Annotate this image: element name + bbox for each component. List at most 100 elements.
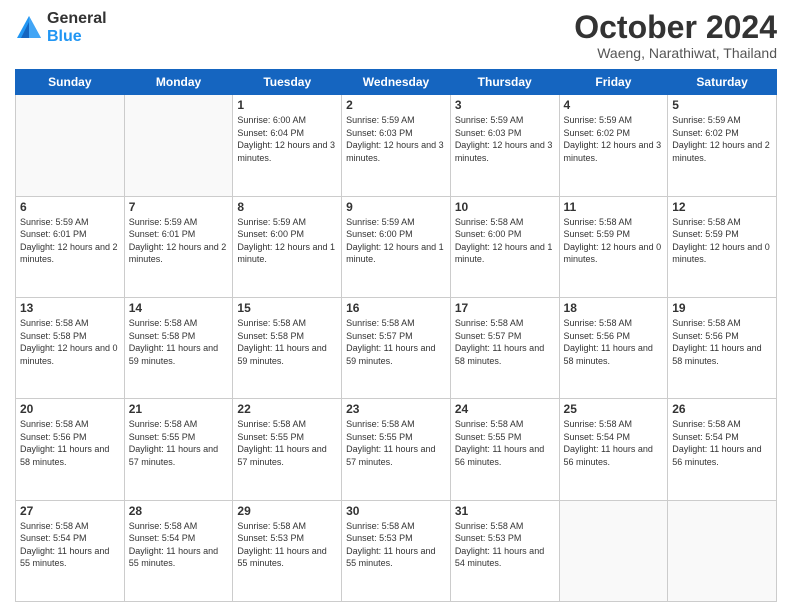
calendar-cell: 21 Sunrise: 5:58 AM Sunset: 5:55 PM Dayli… xyxy=(124,399,233,500)
day-info: Sunrise: 5:58 AM Sunset: 5:54 PM Dayligh… xyxy=(564,418,664,468)
day-info: Sunrise: 5:59 AM Sunset: 6:00 PM Dayligh… xyxy=(237,216,337,266)
calendar-table: Sunday Monday Tuesday Wednesday Thursday… xyxy=(15,69,777,602)
col-sunday: Sunday xyxy=(16,70,125,95)
day-number: 23 xyxy=(346,402,446,416)
day-number: 2 xyxy=(346,98,446,112)
logo-icon xyxy=(15,14,43,42)
day-number: 30 xyxy=(346,504,446,518)
logo-text: General Blue xyxy=(47,10,107,45)
day-number: 24 xyxy=(455,402,555,416)
day-info: Sunrise: 5:58 AM Sunset: 5:59 PM Dayligh… xyxy=(564,216,664,266)
calendar-cell: 20 Sunrise: 5:58 AM Sunset: 5:56 PM Dayli… xyxy=(16,399,125,500)
day-number: 7 xyxy=(129,200,229,214)
calendar-week-4: 20 Sunrise: 5:58 AM Sunset: 5:56 PM Dayli… xyxy=(16,399,777,500)
day-number: 26 xyxy=(672,402,772,416)
day-info: Sunrise: 5:58 AM Sunset: 5:58 PM Dayligh… xyxy=(129,317,229,367)
calendar-body: 1 Sunrise: 6:00 AM Sunset: 6:04 PM Daylig… xyxy=(16,95,777,602)
calendar-cell: 14Sunrise: 5:58 AM Sunset: 5:58 PM Dayli… xyxy=(124,297,233,398)
day-info: Sunrise: 5:58 AM Sunset: 5:57 PM Dayligh… xyxy=(346,317,446,367)
day-info: Sunrise: 5:58 AM Sunset: 5:56 PM Dayligh… xyxy=(672,317,772,367)
day-number: 1 xyxy=(237,98,337,112)
day-info: Sunrise: 5:58 AM Sunset: 5:53 PM Dayligh… xyxy=(346,520,446,570)
logo: General Blue xyxy=(15,10,107,45)
day-info: Sunrise: 5:58 AM Sunset: 5:54 PM Dayligh… xyxy=(20,520,120,570)
day-info: Sunrise: 5:59 AM Sunset: 6:00 PM Dayligh… xyxy=(346,216,446,266)
calendar-cell: 16 Sunrise: 5:58 AM Sunset: 5:57 PM Dayli… xyxy=(342,297,451,398)
calendar-cell xyxy=(559,500,668,601)
calendar-cell: 2 Sunrise: 5:59 AM Sunset: 6:03 PM Daylig… xyxy=(342,95,451,196)
calendar-week-2: 6 Sunrise: 5:59 AM Sunset: 6:01 PM Daylig… xyxy=(16,196,777,297)
col-monday: Monday xyxy=(124,70,233,95)
day-info: Sunrise: 5:58 AM Sunset: 6:00 PM Dayligh… xyxy=(455,216,555,266)
day-number: 21 xyxy=(129,402,229,416)
calendar-cell: 6 Sunrise: 5:59 AM Sunset: 6:01 PM Daylig… xyxy=(16,196,125,297)
day-info: Sunrise: 5:58 AM Sunset: 5:58 PM Dayligh… xyxy=(20,317,120,367)
calendar-cell: 30 Sunrise: 5:58 AM Sunset: 5:53 PM Dayli… xyxy=(342,500,451,601)
day-number: 13 xyxy=(20,301,120,315)
day-info: Sunrise: 5:59 AM Sunset: 6:03 PM Dayligh… xyxy=(346,114,446,164)
day-number: 15 xyxy=(237,301,337,315)
day-number: 3 xyxy=(455,98,555,112)
day-number: 17 xyxy=(455,301,555,315)
calendar-week-3: 13 Sunrise: 5:58 AM Sunset: 5:58 PM Dayli… xyxy=(16,297,777,398)
calendar-cell: 25 Sunrise: 5:58 AM Sunset: 5:54 PM Dayli… xyxy=(559,399,668,500)
calendar-cell: 3 Sunrise: 5:59 AM Sunset: 6:03 PM Daylig… xyxy=(450,95,559,196)
day-info: Sunrise: 5:58 AM Sunset: 5:56 PM Dayligh… xyxy=(20,418,120,468)
day-info: Sunrise: 5:59 AM Sunset: 6:01 PM Dayligh… xyxy=(20,216,120,266)
logo-general: General xyxy=(47,10,107,28)
col-friday: Friday xyxy=(559,70,668,95)
calendar-cell: 26Sunrise: 5:58 AM Sunset: 5:54 PM Dayli… xyxy=(668,399,777,500)
month-title: October 2024 xyxy=(574,10,777,45)
day-number: 31 xyxy=(455,504,555,518)
calendar-cell: 18Sunrise: 5:58 AM Sunset: 5:56 PM Dayli… xyxy=(559,297,668,398)
day-info: Sunrise: 5:58 AM Sunset: 5:58 PM Dayligh… xyxy=(237,317,337,367)
day-number: 28 xyxy=(129,504,229,518)
day-info: Sunrise: 5:58 AM Sunset: 5:59 PM Dayligh… xyxy=(672,216,772,266)
calendar-cell: 24 Sunrise: 5:58 AM Sunset: 5:55 PM Dayli… xyxy=(450,399,559,500)
calendar-cell xyxy=(16,95,125,196)
calendar-cell: 13 Sunrise: 5:58 AM Sunset: 5:58 PM Dayli… xyxy=(16,297,125,398)
calendar-week-5: 27 Sunrise: 5:58 AM Sunset: 5:54 PM Dayli… xyxy=(16,500,777,601)
calendar-cell: 28Sunrise: 5:58 AM Sunset: 5:54 PM Dayli… xyxy=(124,500,233,601)
day-info: Sunrise: 5:59 AM Sunset: 6:01 PM Dayligh… xyxy=(129,216,229,266)
day-info: Sunrise: 5:58 AM Sunset: 5:55 PM Dayligh… xyxy=(455,418,555,468)
day-number: 27 xyxy=(20,504,120,518)
day-number: 29 xyxy=(237,504,337,518)
calendar-cell xyxy=(124,95,233,196)
calendar-header: Sunday Monday Tuesday Wednesday Thursday… xyxy=(16,70,777,95)
calendar-cell: 10Sunrise: 5:58 AM Sunset: 6:00 PM Dayli… xyxy=(450,196,559,297)
day-number: 25 xyxy=(564,402,664,416)
title-section: October 2024 Waeng, Narathiwat, Thailand xyxy=(574,10,777,61)
calendar-cell: 29 Sunrise: 5:58 AM Sunset: 5:53 PM Dayli… xyxy=(233,500,342,601)
day-info: Sunrise: 5:58 AM Sunset: 5:53 PM Dayligh… xyxy=(237,520,337,570)
day-info: Sunrise: 5:59 AM Sunset: 6:03 PM Dayligh… xyxy=(455,114,555,164)
day-info: Sunrise: 5:58 AM Sunset: 5:55 PM Dayligh… xyxy=(129,418,229,468)
page: General Blue October 2024 Waeng, Narathi… xyxy=(0,0,792,612)
day-info: Sunrise: 5:59 AM Sunset: 6:02 PM Dayligh… xyxy=(564,114,664,164)
calendar-cell: 4 Sunrise: 5:59 AM Sunset: 6:02 PM Daylig… xyxy=(559,95,668,196)
calendar-cell: 19Sunrise: 5:58 AM Sunset: 5:56 PM Dayli… xyxy=(668,297,777,398)
day-info: Sunrise: 5:58 AM Sunset: 5:53 PM Dayligh… xyxy=(455,520,555,570)
day-number: 18 xyxy=(564,301,664,315)
day-number: 11 xyxy=(564,200,664,214)
col-saturday: Saturday xyxy=(668,70,777,95)
calendar-cell: 1 Sunrise: 6:00 AM Sunset: 6:04 PM Daylig… xyxy=(233,95,342,196)
calendar-cell: 22Sunrise: 5:58 AM Sunset: 5:55 PM Dayli… xyxy=(233,399,342,500)
day-info: Sunrise: 5:58 AM Sunset: 5:57 PM Dayligh… xyxy=(455,317,555,367)
location-subtitle: Waeng, Narathiwat, Thailand xyxy=(574,45,777,61)
col-thursday: Thursday xyxy=(450,70,559,95)
header: General Blue October 2024 Waeng, Narathi… xyxy=(15,10,777,61)
calendar-cell: 27 Sunrise: 5:58 AM Sunset: 5:54 PM Dayli… xyxy=(16,500,125,601)
calendar-week-1: 1 Sunrise: 6:00 AM Sunset: 6:04 PM Daylig… xyxy=(16,95,777,196)
day-info: Sunrise: 6:00 AM Sunset: 6:04 PM Dayligh… xyxy=(237,114,337,164)
calendar-cell: 9Sunrise: 5:59 AM Sunset: 6:00 PM Daylig… xyxy=(342,196,451,297)
day-number: 8 xyxy=(237,200,337,214)
calendar-cell: 15 Sunrise: 5:58 AM Sunset: 5:58 PM Dayli… xyxy=(233,297,342,398)
day-info: Sunrise: 5:59 AM Sunset: 6:02 PM Dayligh… xyxy=(672,114,772,164)
col-wednesday: Wednesday xyxy=(342,70,451,95)
day-number: 16 xyxy=(346,301,446,315)
day-number: 6 xyxy=(20,200,120,214)
calendar-cell: 11 Sunrise: 5:58 AM Sunset: 5:59 PM Dayli… xyxy=(559,196,668,297)
day-number: 20 xyxy=(20,402,120,416)
day-number: 4 xyxy=(564,98,664,112)
